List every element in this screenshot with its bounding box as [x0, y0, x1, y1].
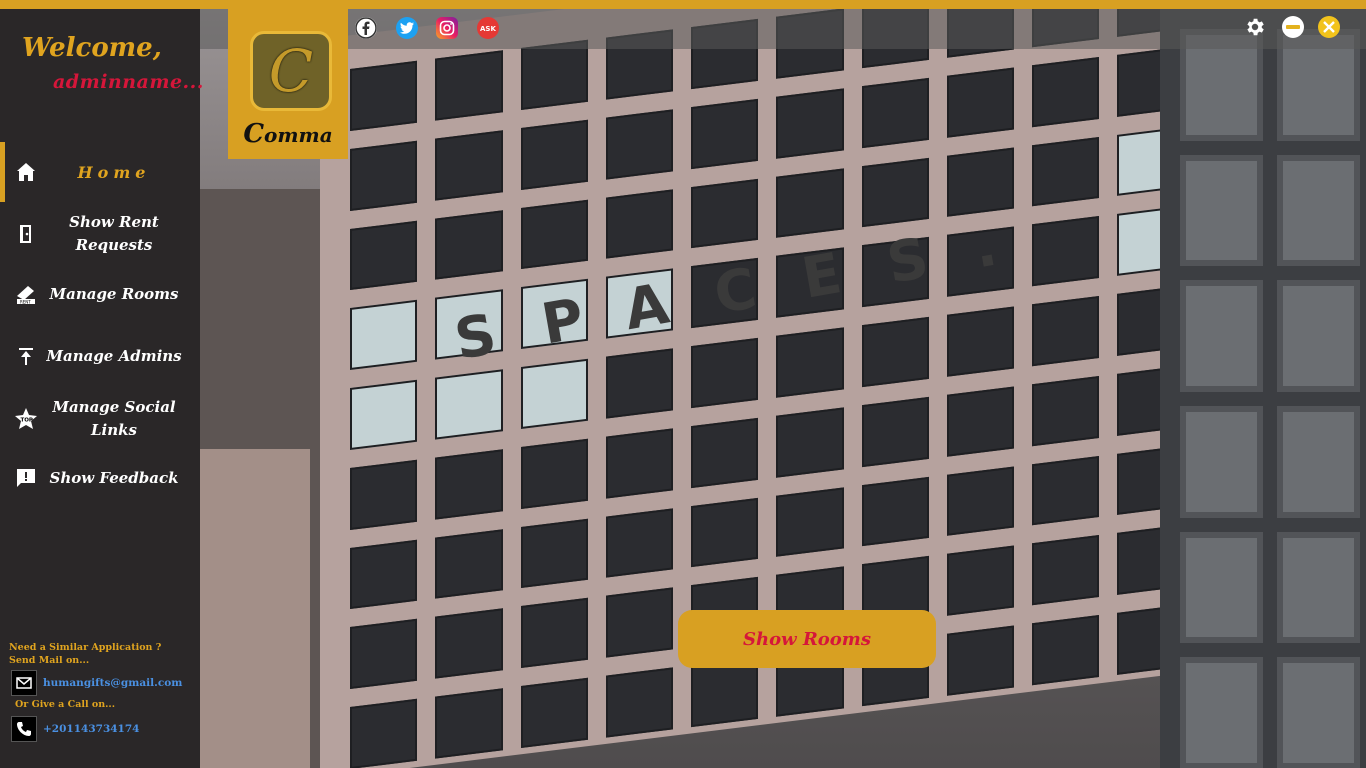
contact-heading: Need a Similar Application ? Send Mail o… [9, 642, 162, 666]
svg-text:TOP: TOP [21, 418, 33, 424]
top-badge-icon: TOP [14, 407, 38, 431]
nav-home[interactable]: Home [0, 142, 200, 202]
svg-text:ASK: ASK [480, 25, 496, 33]
phone-row[interactable]: +201143734174 [11, 716, 139, 742]
feedback-icon [14, 466, 38, 490]
show-rooms-button[interactable]: Show Rooms [678, 610, 936, 668]
admin-name: adminname... [53, 71, 204, 93]
svg-text:RENT: RENT [20, 300, 31, 305]
ask-fm-icon[interactable]: ASK [477, 17, 499, 39]
close-icon[interactable] [1318, 16, 1340, 38]
email-link[interactable]: humangifts@gmail.com [43, 677, 182, 689]
logo-text: Comma [243, 119, 333, 149]
nav-show-rent-requests-label: Show Rent Requests [69, 213, 159, 254]
nav-show-feedback[interactable]: Show Feedback [0, 463, 200, 493]
settings-icon[interactable] [1244, 16, 1266, 38]
nav-show-rent-requests[interactable]: Show Rent Requests [0, 209, 200, 259]
phone-link[interactable]: +201143734174 [43, 723, 139, 735]
home-icon [14, 160, 38, 184]
facebook-icon[interactable] [355, 17, 377, 39]
nav-manage-admins-label: Manage Admins [46, 346, 182, 365]
sidebar: Welcome, adminname... Home Show Rent Req… [0, 9, 203, 768]
nav-manage-social-links-label: Manage Social Links [52, 398, 176, 439]
top-accent-bar [0, 0, 1366, 9]
twitter-icon[interactable] [396, 17, 418, 39]
welcome-text: Welcome, [22, 33, 162, 63]
email-row[interactable]: humangifts@gmail.com [11, 670, 182, 696]
mail-icon [11, 670, 37, 696]
phone-icon [11, 716, 37, 742]
door-icon [14, 222, 38, 246]
app-logo: C Comma [228, 9, 348, 159]
nav-manage-social-links[interactable]: TOP Manage Social Links [0, 394, 200, 444]
nav-manage-rooms-label: Manage Rooms [49, 284, 179, 303]
nav-manage-admins[interactable]: Manage Admins [0, 341, 200, 371]
logo-badge: C [250, 31, 332, 111]
instagram-icon[interactable] [436, 17, 458, 39]
nav-show-feedback-label: Show Feedback [49, 468, 179, 487]
rent-icon: RENT [14, 282, 38, 306]
minimize-icon[interactable] [1282, 16, 1304, 38]
nav-home-label: Home [77, 162, 151, 182]
upload-icon [14, 344, 38, 368]
nav-manage-rooms[interactable]: RENT Manage Rooms [0, 279, 200, 309]
call-heading: Or Give a Call on... [15, 699, 116, 710]
